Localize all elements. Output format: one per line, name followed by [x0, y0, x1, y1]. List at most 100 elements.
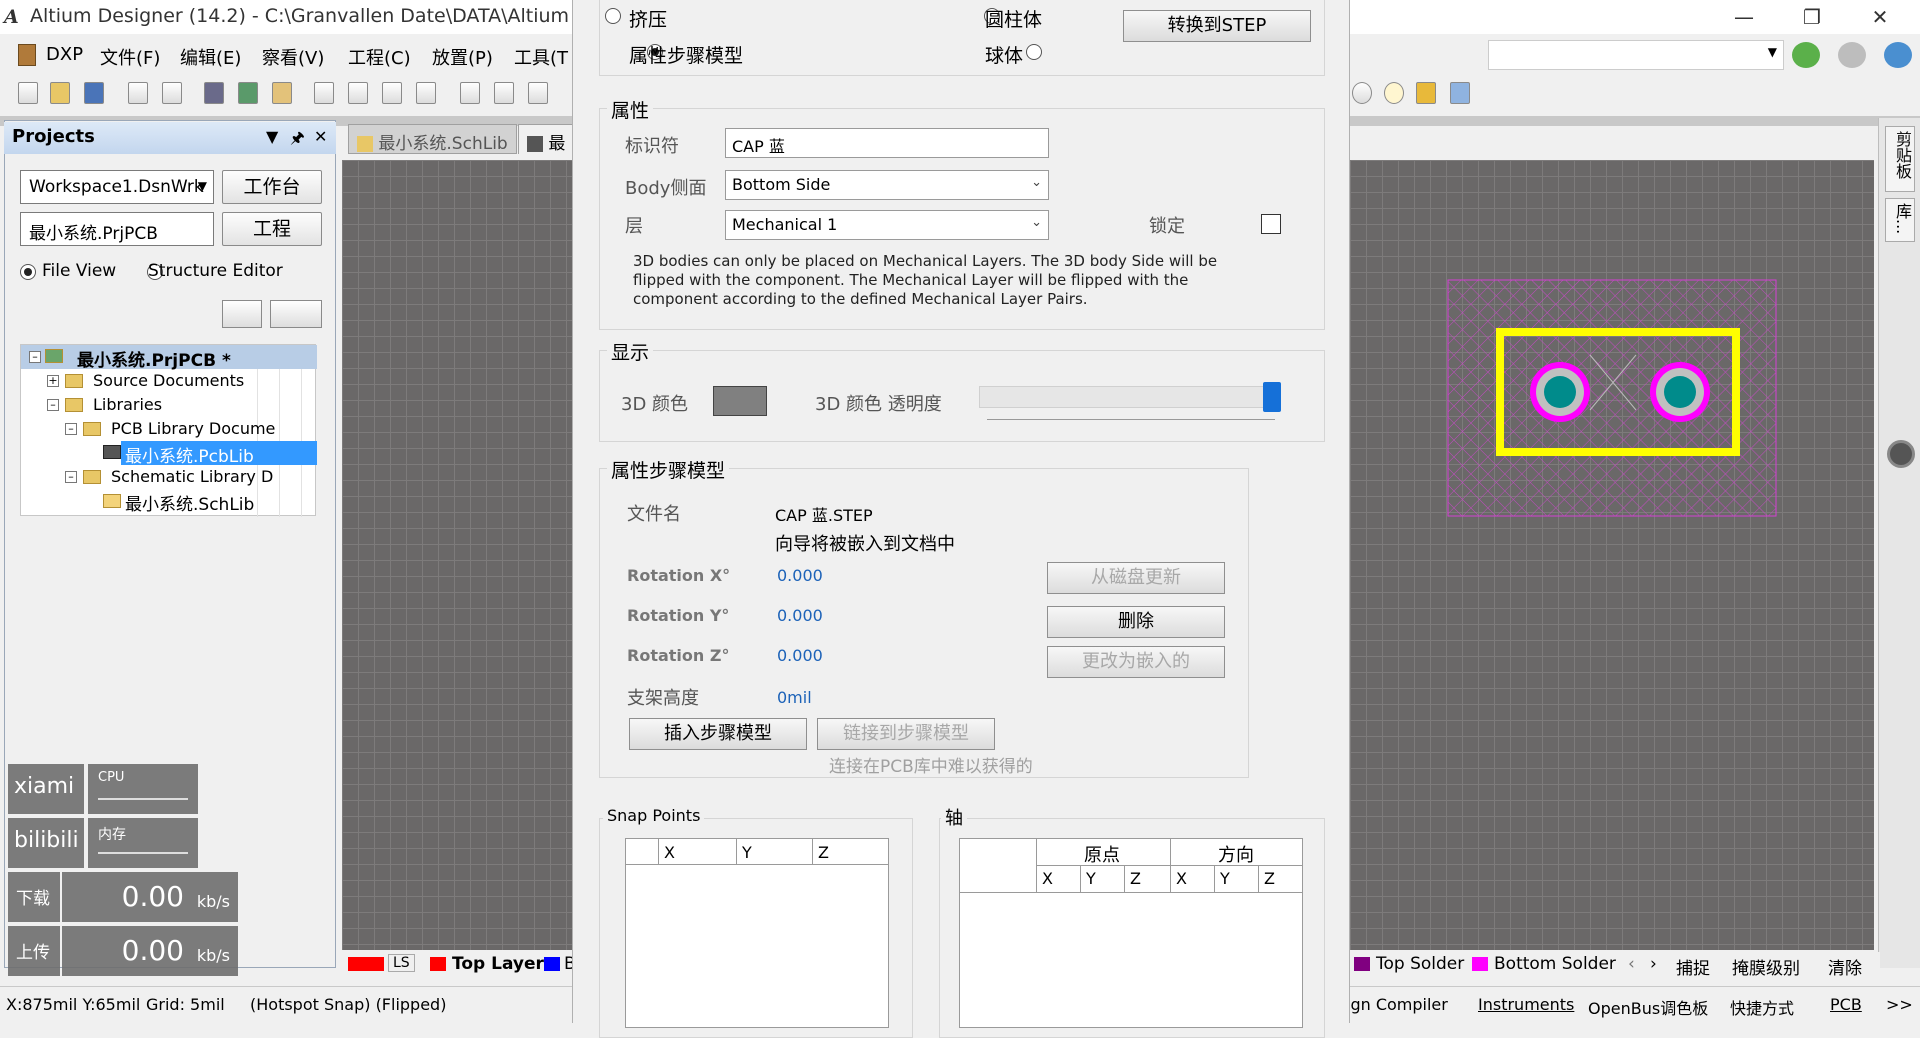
collapse-icon[interactable]: –: [47, 399, 59, 411]
arc-icon[interactable]: [1352, 82, 1372, 104]
menu-view[interactable]: 察看(V): [262, 44, 324, 70]
layer-tab-bottom-solder[interactable]: Bottom Solder: [1494, 954, 1616, 974]
panel-compiler[interactable]: ign Compiler: [1346, 995, 1448, 1014]
panel-shortcuts[interactable]: 快捷方式: [1730, 995, 1794, 1019]
layer-tab-top[interactable]: Top Layer: [452, 954, 544, 974]
panel-pcb[interactable]: PCB: [1830, 995, 1862, 1014]
fill-icon[interactable]: [1416, 82, 1436, 104]
scroll-knob-icon[interactable]: [1887, 440, 1915, 468]
snap-points-table[interactable]: X Y Z: [625, 838, 889, 1028]
print-icon[interactable]: [128, 82, 148, 104]
tab-schlib[interactable]: 最小系统.SchLib: [348, 124, 517, 154]
project-tree: – 最小系统.PrjPCB * + Source Documents – Lib…: [20, 344, 317, 517]
layer-tab-top-solder[interactable]: Top Solder: [1376, 954, 1464, 974]
workspace-select[interactable]: Workspace1.DsnWrk ▼: [20, 170, 214, 204]
panel-close-icon[interactable]: ✕: [314, 127, 327, 146]
scroll-right-icon[interactable]: ›: [1650, 954, 1657, 974]
top-solder-chip[interactable]: [1354, 957, 1370, 971]
back-icon[interactable]: [1792, 42, 1820, 68]
snap-button[interactable]: 捕捉: [1676, 954, 1710, 979]
tab-pcblib[interactable]: 最: [518, 124, 575, 154]
widget-bilibili[interactable]: bilibili: [8, 818, 84, 868]
zoom-in-icon[interactable]: [314, 82, 334, 104]
cut-icon[interactable]: [460, 82, 480, 104]
minimize-button[interactable]: —: [1716, 2, 1772, 32]
toolbar-combo[interactable]: ▼: [1488, 40, 1784, 70]
rotation-x-value[interactable]: 0.000: [777, 566, 823, 585]
widget-xiami[interactable]: xiami: [8, 764, 84, 814]
panel-menu-icon[interactable]: ▼: [266, 127, 278, 146]
panel-instruments[interactable]: Instruments: [1478, 995, 1574, 1014]
array-icon[interactable]: [1450, 82, 1470, 104]
mask-level-button[interactable]: 掩膜级别: [1732, 954, 1800, 979]
update-from-disk-button[interactable]: 从磁盘更新: [1047, 562, 1225, 594]
rotation-y-value[interactable]: 0.000: [777, 606, 823, 625]
circle-icon[interactable]: [1384, 82, 1404, 104]
link-step-model-button[interactable]: 链接到步骤模型: [817, 718, 995, 750]
top-layer-chip[interactable]: [430, 957, 446, 971]
axis-table[interactable]: 原点 方向 X Y Z X Y Z: [959, 838, 1303, 1028]
pin-icon[interactable]: 🖈: [290, 127, 305, 154]
project-button[interactable]: 工程: [222, 212, 322, 246]
delete-button[interactable]: 删除: [1047, 606, 1225, 638]
extrude-radio[interactable]: [605, 8, 621, 24]
standoff-value[interactable]: 0mil: [777, 688, 812, 707]
upload-label: 上传: [16, 943, 50, 963]
zoom-area-icon[interactable]: [416, 82, 436, 104]
tree-item-project[interactable]: – 最小系统.PrjPCB *: [21, 345, 317, 371]
menu-place[interactable]: 放置(P): [432, 44, 493, 70]
board-icon[interactable]: [238, 82, 258, 104]
layers-icon[interactable]: [204, 82, 224, 104]
file-view-radio[interactable]: [20, 264, 36, 280]
save-icon[interactable]: [84, 82, 104, 104]
body-side-select[interactable]: Bottom Side ⌄: [725, 170, 1049, 200]
copy-icon[interactable]: [494, 82, 514, 104]
new-doc-icon[interactable]: [18, 82, 38, 104]
print-preview-icon[interactable]: [162, 82, 182, 104]
menu-project[interactable]: 工程(C): [348, 44, 411, 70]
clear-button[interactable]: 清除: [1828, 954, 1862, 979]
forward-icon[interactable]: [1838, 42, 1866, 68]
ls-color-chip[interactable]: [348, 957, 384, 971]
collapse-icon[interactable]: –: [65, 423, 77, 435]
menu-tools[interactable]: 工具(T: [514, 44, 568, 70]
tree-item-pcblib[interactable]: 最小系统.PcbLib: [103, 441, 317, 467]
open-folder-icon[interactable]: [50, 82, 70, 104]
zoom-fit-icon[interactable]: [382, 82, 402, 104]
insert-step-model-button[interactable]: 插入步骤模型: [629, 718, 807, 750]
library-tab[interactable]: 库...: [1885, 198, 1915, 242]
more-panels-button[interactable]: >>: [1886, 995, 1913, 1014]
panel-openbus[interactable]: OpenBus调色板: [1588, 995, 1708, 1019]
collapse-icon[interactable]: –: [29, 351, 41, 363]
globe-icon[interactable]: [1884, 42, 1912, 68]
change-to-embedded-button[interactable]: 更改为嵌入的: [1047, 646, 1225, 678]
menu-edit[interactable]: 编辑(E): [180, 44, 241, 70]
3d-color-swatch[interactable]: [713, 386, 767, 416]
layers-stack-icon[interactable]: [222, 300, 262, 328]
zoom-out-icon[interactable]: [348, 82, 368, 104]
workspace-button[interactable]: 工作台: [222, 170, 322, 204]
folder-icon[interactable]: [272, 82, 292, 104]
lock-checkbox[interactable]: [1261, 214, 1281, 234]
collapse-icon[interactable]: –: [65, 471, 77, 483]
scroll-left-icon[interactable]: ‹: [1628, 954, 1635, 974]
restore-button[interactable]: ❐: [1784, 2, 1840, 32]
opacity-slider-thumb[interactable]: [1263, 382, 1281, 412]
menu-dxp[interactable]: DXP: [46, 44, 83, 65]
menu-file[interactable]: 文件(F): [100, 44, 160, 70]
clipboard-tab[interactable]: 剪贴板: [1885, 126, 1915, 192]
project-options-icon[interactable]: [270, 300, 322, 328]
bottom-layer-chip[interactable]: [544, 957, 560, 971]
close-button[interactable]: ✕: [1852, 2, 1908, 32]
download-unit: kb/s: [196, 892, 230, 911]
expand-icon[interactable]: +: [47, 375, 59, 387]
opacity-slider-track[interactable]: [979, 386, 1281, 408]
convert-to-step-button[interactable]: 转换到STEP: [1123, 10, 1311, 42]
paste-icon[interactable]: [528, 82, 548, 104]
ls-label[interactable]: LS: [388, 954, 415, 972]
designator-input[interactable]: CAP 蓝: [725, 128, 1049, 158]
bottom-solder-chip[interactable]: [1472, 957, 1488, 971]
project-field[interactable]: 最小系统.PrjPCB: [20, 212, 214, 246]
layer-select[interactable]: Mechanical 1 ⌄: [725, 210, 1049, 240]
rotation-z-value[interactable]: 0.000: [777, 646, 823, 665]
